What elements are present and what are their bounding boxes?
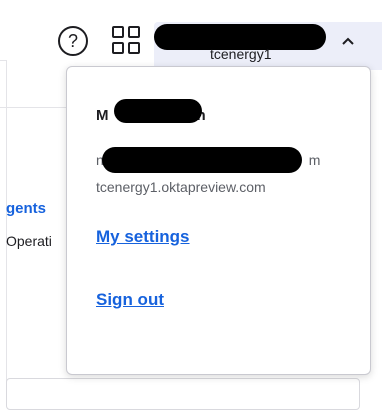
apps-button[interactable] xyxy=(112,26,144,58)
my-settings-link[interactable]: My settings xyxy=(96,227,190,247)
user-domain: tcenergy1.oktapreview.com xyxy=(96,179,266,195)
page-panel-edge xyxy=(6,60,7,397)
user-menu-button[interactable]: tcenergy1 xyxy=(154,22,382,70)
redacted-email xyxy=(102,147,302,173)
background-link[interactable]: gents xyxy=(6,200,46,217)
chevron-up-icon xyxy=(342,32,354,48)
background-panel xyxy=(6,378,360,410)
background-text: Operati xyxy=(6,233,52,249)
org-label: tcenergy1 xyxy=(210,46,272,62)
user-dropdown: Mh nm tcenergy1.oktapreview.com My setti… xyxy=(66,66,371,375)
sign-out-link[interactable]: Sign out xyxy=(96,290,164,310)
redacted-name xyxy=(114,99,202,123)
page-divider xyxy=(0,107,66,108)
help-button[interactable]: ? xyxy=(58,26,88,56)
help-circle-icon: ? xyxy=(67,30,78,51)
